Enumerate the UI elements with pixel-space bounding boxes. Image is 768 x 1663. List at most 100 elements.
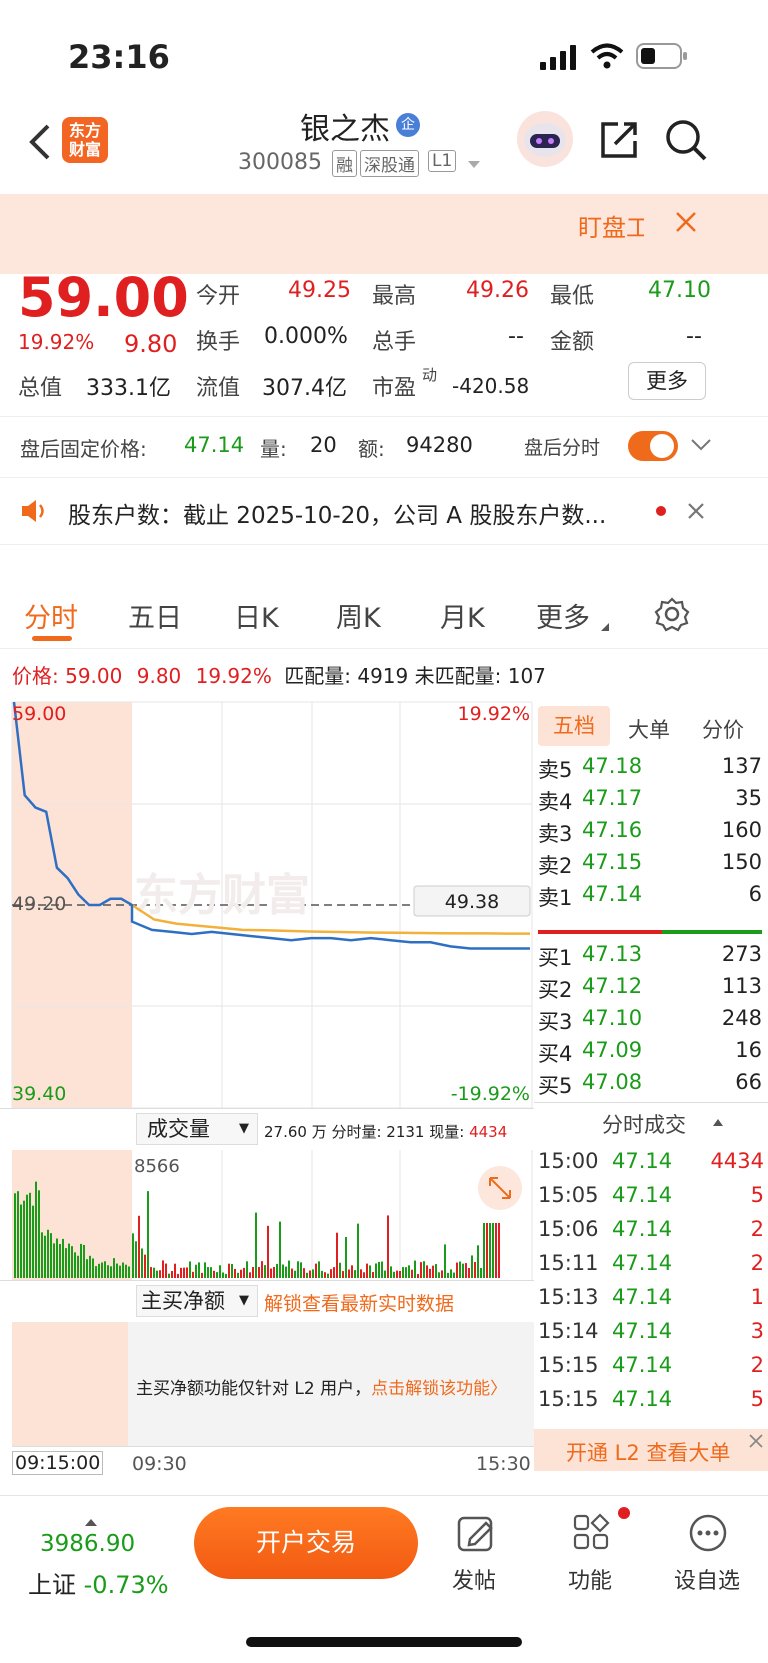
volume-bar	[68, 1243, 70, 1278]
tab-price-dist[interactable]: 分价	[702, 714, 744, 744]
tick-volume: 3	[750, 1319, 764, 1343]
watermark: 东方财富	[134, 870, 310, 921]
notice-bar[interactable]: 股东户数：截止 2025-10-20，公司 A 股股东户数...	[0, 478, 768, 544]
volume-bar	[153, 1267, 155, 1278]
more-button[interactable]: 更多	[628, 362, 706, 400]
info-pct: 19.92%	[195, 664, 272, 688]
volume-bar	[447, 1272, 449, 1278]
volume-bar	[294, 1270, 296, 1278]
tab-indicator	[32, 636, 72, 641]
netbuy-selector[interactable]: 主买净额 ▼	[136, 1285, 258, 1317]
volume-bar	[354, 1270, 356, 1278]
volume-bar	[65, 1248, 67, 1278]
stock-header: 东方财富 银之杰 企 300085 融 深股通 L1	[0, 110, 768, 194]
after-hours-vol: 20	[310, 433, 337, 457]
volume-bar	[234, 1268, 236, 1278]
volume-bar	[339, 1262, 341, 1278]
volume-bar	[192, 1271, 194, 1278]
volume-bar	[393, 1271, 395, 1278]
volume-bar	[264, 1265, 266, 1278]
more-dots-icon[interactable]	[688, 1513, 728, 1553]
volume-bar	[396, 1270, 398, 1278]
volume-bar	[237, 1272, 239, 1278]
book-price: 47.08	[582, 1070, 643, 1094]
order-book: 五档 大单 分价 卖5 47.18 137 卖4 47.17 35 卖3 47.16 160 卖2…	[534, 700, 768, 1102]
volume-bar	[150, 1267, 152, 1278]
volume-bar	[405, 1267, 407, 1278]
tab-daily-k[interactable]: 日K	[234, 596, 279, 635]
volume-selector[interactable]: 成交量 ▼	[136, 1113, 258, 1145]
volume-bar	[255, 1212, 257, 1278]
book-level-label: 卖3	[538, 822, 573, 846]
close-icon[interactable]	[674, 210, 698, 234]
volume-chart[interactable]: 8566	[0, 1150, 534, 1280]
volume-bar	[189, 1261, 191, 1278]
tab-more[interactable]: 更多	[536, 596, 590, 635]
volume-bar	[279, 1221, 281, 1278]
post-label[interactable]: 发帖	[452, 1563, 496, 1595]
l2-promo[interactable]: 开通 L2 查看大单	[534, 1429, 768, 1471]
volume-bar	[258, 1267, 260, 1278]
volume-bar	[372, 1272, 374, 1278]
collapse-caret-icon[interactable]	[712, 1117, 724, 1127]
tab-intraday[interactable]: 分时	[24, 596, 78, 635]
function-grid-icon[interactable]	[572, 1513, 612, 1553]
volume-value: --	[508, 324, 524, 349]
close-notice-icon[interactable]	[686, 501, 706, 521]
match-value: 4919	[357, 664, 409, 688]
volume-bar	[201, 1272, 203, 1278]
float-label: 流值	[196, 376, 241, 401]
tick-volume: 1	[750, 1285, 764, 1309]
more-caret-icon	[601, 623, 609, 631]
index-summary[interactable]: 上证 -0.73%	[28, 1565, 169, 1600]
share-icon[interactable]	[598, 119, 640, 161]
low-value: 47.10	[648, 278, 711, 303]
volume-bar	[119, 1265, 121, 1278]
pe-sup: 动	[422, 366, 438, 384]
tab-monthly-k[interactable]: 月K	[440, 596, 485, 635]
close-promo-icon[interactable]	[748, 1433, 764, 1449]
volume-bar	[98, 1263, 100, 1278]
book-volume: 35	[735, 786, 762, 810]
after-hours-amt-label: 额:	[358, 437, 385, 461]
volume-bar	[156, 1270, 158, 1278]
after-hours-toggle[interactable]	[628, 431, 678, 461]
wifi-icon	[590, 43, 624, 69]
chevron-down-icon[interactable]	[690, 437, 712, 453]
back-icon[interactable]	[26, 122, 52, 162]
volume-bar	[477, 1245, 479, 1278]
volume-bar	[29, 1192, 31, 1278]
volume-label: 总手	[372, 330, 417, 355]
watchlist-label[interactable]: 设自选	[674, 1563, 740, 1595]
search-icon[interactable]	[664, 118, 708, 162]
settings-gear-icon[interactable]	[654, 596, 690, 632]
post-icon[interactable]	[456, 1513, 496, 1553]
watch-banner[interactable]: 盯盘工	[0, 194, 768, 274]
volume-bar	[306, 1272, 308, 1278]
dropdown-icon[interactable]	[466, 158, 482, 170]
volume-bar	[420, 1262, 422, 1278]
function-label[interactable]: 功能	[568, 1563, 612, 1595]
volume-bar	[438, 1272, 440, 1278]
volume-bar	[125, 1264, 127, 1278]
trade-button[interactable]: 开户交易	[194, 1507, 418, 1579]
volume-bar	[276, 1263, 278, 1278]
index-value[interactable]: 3986.90	[40, 1531, 135, 1557]
volume-bar	[132, 1233, 134, 1278]
tab-five-day[interactable]: 五日	[128, 596, 182, 635]
volume-bar	[198, 1262, 200, 1278]
after-hours-vol-label: 量:	[260, 437, 287, 461]
tab-big-orders[interactable]: 大单	[628, 714, 670, 744]
tab-five-levels[interactable]: 五档	[538, 706, 610, 746]
tick-time: 15:05	[538, 1183, 599, 1207]
axis-top-price: 59.00	[12, 703, 66, 725]
netbuy-link[interactable]: 点击解锁该功能	[371, 1379, 490, 1399]
match-label: 匹配量:	[284, 664, 351, 688]
volume-bar	[47, 1229, 49, 1278]
netbuy-unlock[interactable]: 解锁查看最新实时数据	[264, 1289, 454, 1316]
tab-weekly-k[interactable]: 周K	[336, 596, 381, 635]
volume-bar	[336, 1232, 338, 1278]
volume-bar	[378, 1261, 380, 1278]
robot-assistant-icon[interactable]	[514, 110, 576, 168]
stock-name: 银之杰	[300, 112, 390, 147]
